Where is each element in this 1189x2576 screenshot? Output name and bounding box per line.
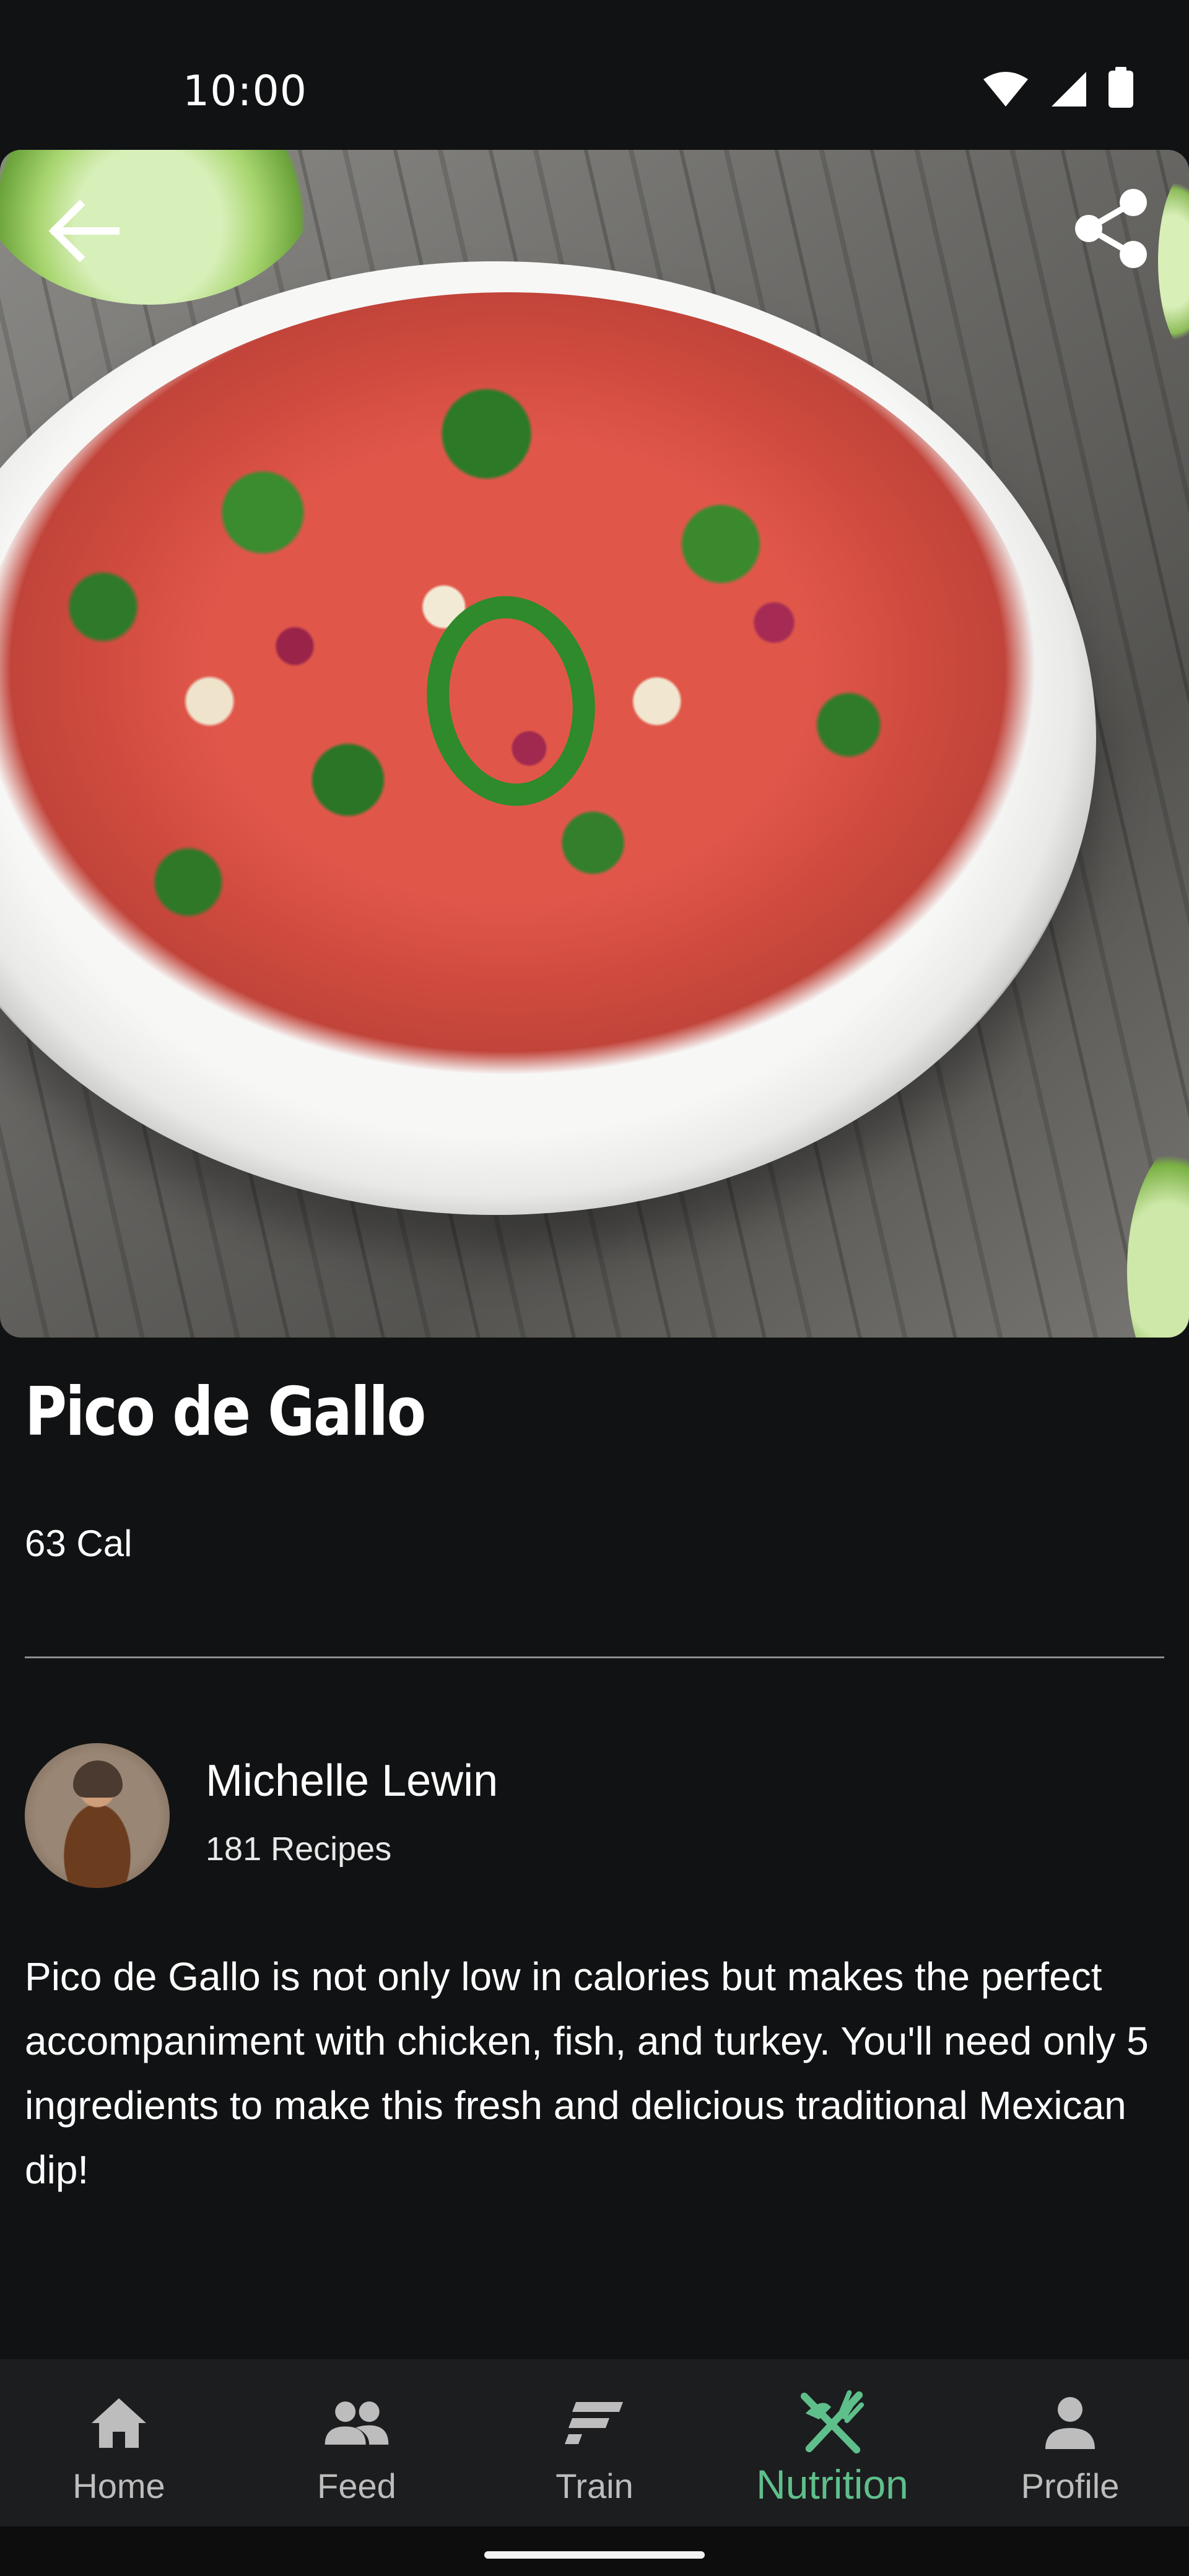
nav-item-home[interactable]: Home	[0, 2359, 238, 2526]
arrow-left-icon	[48, 199, 121, 264]
nav-item-feed[interactable]: Feed	[238, 2359, 476, 2526]
author-name[interactable]: Michelle Lewin	[206, 1756, 498, 1806]
divider	[25, 1656, 1164, 1658]
avatar-hair	[73, 1760, 123, 1798]
status-bar: 10:00	[0, 0, 1189, 149]
train-icon	[560, 2389, 629, 2457]
author-recipe-count: 181 Recipes	[206, 1830, 392, 1868]
avatar[interactable]	[25, 1743, 170, 1888]
wifi-icon	[982, 71, 1029, 110]
signal-icon	[1050, 71, 1087, 110]
home-icon	[85, 2389, 153, 2457]
battery-icon	[1108, 67, 1133, 110]
nav-label-home: Home	[72, 2466, 165, 2505]
recipe-description: Pico de Gallo is not only low in calorie…	[25, 1954, 1149, 2192]
bottom-navigation: Home Feed Train Nutrition Profile	[0, 2359, 1189, 2526]
nav-item-nutrition[interactable]: Nutrition	[713, 2359, 951, 2526]
status-icons	[982, 67, 1133, 110]
lime-garnish	[1158, 168, 1189, 354]
nav-item-profile[interactable]: Profile	[951, 2359, 1189, 2526]
nav-item-train[interactable]: Train	[476, 2359, 713, 2526]
recipe-hero-image	[0, 150, 1189, 1338]
recipe-calories: 63 Cal	[25, 1523, 133, 1564]
nav-label-train: Train	[555, 2466, 634, 2505]
nav-label-profile: Profile	[1021, 2466, 1120, 2505]
recipe-title: Pico de Gallo	[25, 1373, 426, 1451]
lime-garnish	[1127, 1134, 1189, 1338]
back-button[interactable]	[43, 192, 124, 272]
nav-label-nutrition: Nutrition	[756, 2461, 908, 2507]
home-gesture-bar[interactable]	[484, 2551, 705, 2559]
fork-knife-icon	[798, 2389, 866, 2457]
people-icon	[323, 2389, 391, 2457]
nav-label-feed: Feed	[317, 2466, 396, 2505]
share-icon	[1071, 185, 1152, 274]
share-button[interactable]	[1065, 183, 1158, 276]
status-time: 10:00	[183, 67, 307, 116]
author-row[interactable]: Michelle Lewin 181 Recipes	[25, 1743, 1164, 1892]
person-icon	[1036, 2389, 1104, 2457]
